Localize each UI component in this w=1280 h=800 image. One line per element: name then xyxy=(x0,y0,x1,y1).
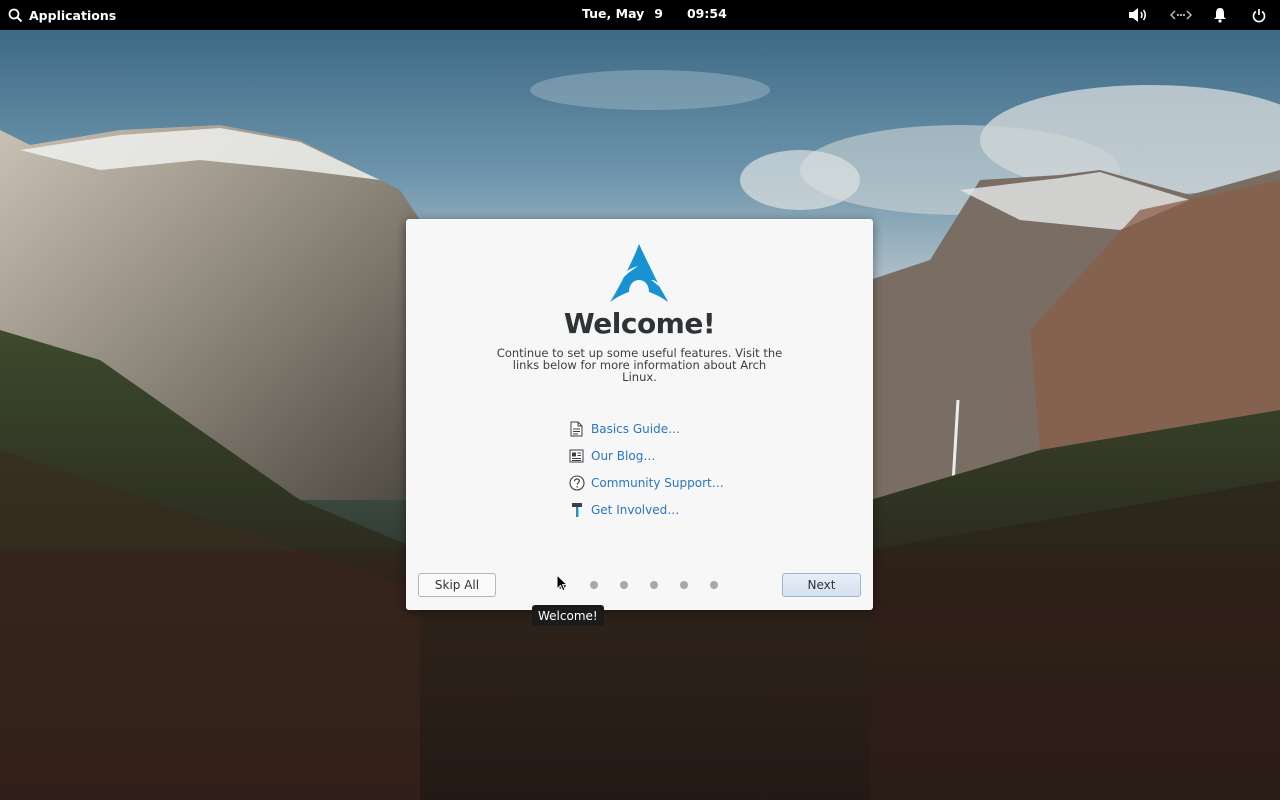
info-links: Basics Guide… Our Blog… Community Suppor… xyxy=(568,415,724,523)
notifications-icon[interactable] xyxy=(1210,0,1230,30)
welcome-title: Welcome! xyxy=(563,307,716,340)
hammer-icon xyxy=(568,501,585,518)
network-icon[interactable] xyxy=(1169,0,1193,30)
volume-icon[interactable] xyxy=(1126,0,1150,30)
clock-day: 9 xyxy=(654,5,663,21)
clock[interactable]: Tue, May 9 09:54 xyxy=(582,0,727,26)
top-bar: Applications Tue, May 9 09:54 xyxy=(0,0,1280,30)
page-dot-4[interactable] xyxy=(650,581,658,589)
page-dot-3[interactable] xyxy=(620,581,628,589)
basics-guide-label: Basics Guide… xyxy=(591,421,681,436)
get-involved-link[interactable]: Get Involved… xyxy=(568,496,724,523)
applications-label: Applications xyxy=(29,7,117,23)
page-indicator xyxy=(558,581,718,591)
document-icon xyxy=(568,420,585,437)
welcome-dialog: Welcome! Continue to set up some useful … xyxy=(406,219,873,610)
arch-linux-logo-icon xyxy=(610,244,668,302)
help-icon xyxy=(568,474,585,491)
next-button[interactable]: Next xyxy=(782,573,861,597)
our-blog-label: Our Blog… xyxy=(591,448,656,463)
page-dot-5[interactable] xyxy=(680,581,688,589)
get-involved-label: Get Involved… xyxy=(591,502,680,517)
mouse-cursor-icon xyxy=(556,574,568,592)
community-support-label: Community Support… xyxy=(591,475,724,490)
clock-date: Tue, May xyxy=(582,5,645,21)
basics-guide-link[interactable]: Basics Guide… xyxy=(568,415,724,442)
page-tooltip: Welcome! xyxy=(532,605,604,626)
newspaper-icon xyxy=(568,447,585,464)
skip-all-button[interactable]: Skip All xyxy=(418,573,496,597)
power-icon[interactable] xyxy=(1249,0,1269,30)
page-dot-2[interactable] xyxy=(590,581,598,589)
welcome-description: Continue to set up some useful features.… xyxy=(496,346,783,384)
page-dot-6[interactable] xyxy=(710,581,718,589)
clock-time: 09:54 xyxy=(686,5,727,21)
applications-menu[interactable]: Applications xyxy=(8,0,116,30)
search-icon xyxy=(8,8,23,22)
community-support-link[interactable]: Community Support… xyxy=(568,469,724,496)
our-blog-link[interactable]: Our Blog… xyxy=(568,442,724,469)
